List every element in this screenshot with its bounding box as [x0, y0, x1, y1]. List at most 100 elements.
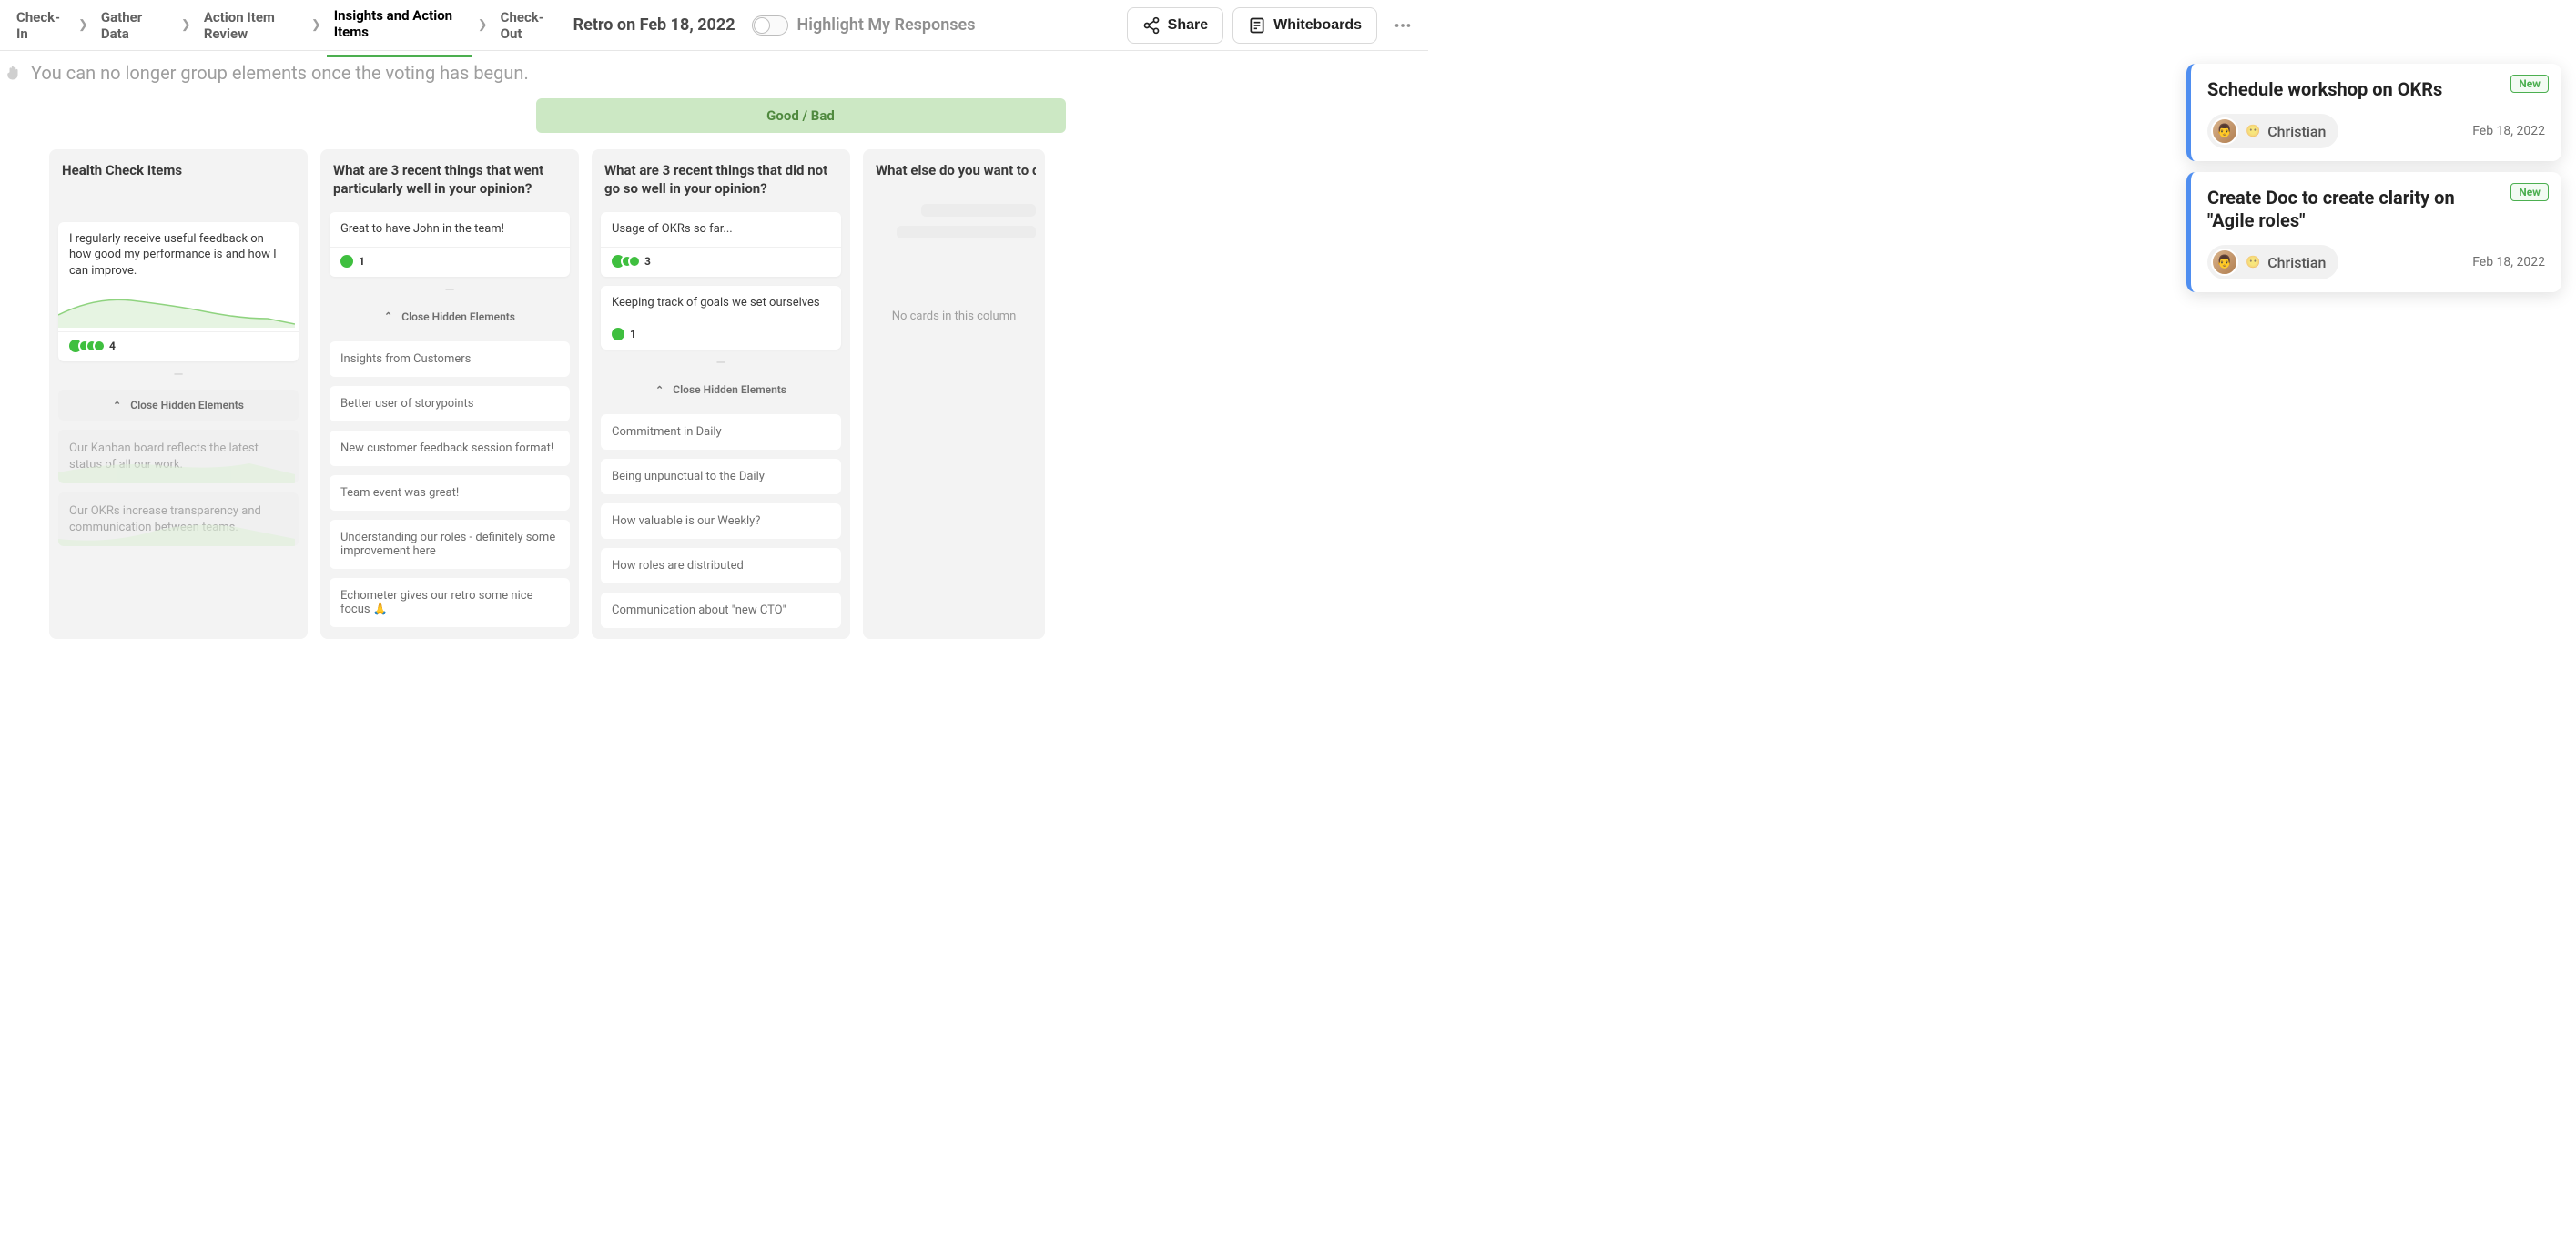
board: Good / Bad Health Check Items I regularl… [0, 98, 1428, 639]
new-badge: New [2510, 75, 2549, 93]
hidden-card-text: Being unpunctual to the Daily [612, 470, 765, 483]
status-emoji-icon: 😶 [2246, 256, 2260, 269]
column-health-check: Health Check Items I regularly receive u… [49, 149, 308, 639]
chevron-right-icon: ❯ [306, 18, 327, 32]
column-went-well: What are 3 recent things that went parti… [320, 149, 579, 639]
hidden-card-text: Team event was great! [340, 486, 459, 500]
hidden-card[interactable]: Echometer gives our retro some nice focu… [330, 578, 570, 627]
action-item-card[interactable]: New Schedule workshop on OKRs 👨 😶 Christ… [2186, 64, 2561, 161]
more-menu-button[interactable] [1386, 9, 1419, 42]
card[interactable]: Usage of OKRs so far... 3 [601, 212, 841, 277]
drag-handle-icon[interactable]: — [58, 370, 299, 380]
section-pill-good-bad: Good / Bad [536, 98, 1066, 133]
card-votes: 4 [58, 331, 299, 361]
card-text: Keeping track of goals we set ourselves [601, 286, 841, 320]
column-title: What are 3 recent things that did not go… [601, 162, 841, 203]
action-item-card[interactable]: New Create Doc to create clarity on "Agi… [2186, 172, 2561, 292]
action-item-date: Feb 18, 2022 [2472, 124, 2545, 138]
close-hidden-button[interactable]: ⌃ Close Hidden Elements [330, 301, 570, 332]
share-label: Share [1168, 17, 1208, 34]
hidden-card[interactable]: Communication about "new CTO" [601, 593, 841, 628]
hidden-card[interactable]: New customer feedback session format! [330, 431, 570, 466]
vote-count: 3 [644, 255, 651, 268]
column-title: Health Check Items [58, 162, 299, 186]
card-text: I regularly receive useful feedback on h… [58, 222, 299, 289]
highlight-toggle[interactable] [752, 15, 788, 36]
step-check-out[interactable]: Check-Out [493, 2, 557, 49]
chevron-up-icon: ⌃ [384, 310, 392, 322]
highlight-toggle-wrap: Highlight My Responses [752, 15, 976, 36]
assignee-name: Christian [2267, 123, 2326, 140]
notice-bar: You can no longer group elements once th… [0, 51, 1428, 98]
chevron-right-icon: ❯ [472, 18, 493, 32]
hidden-card[interactable]: Team event was great! [330, 475, 570, 511]
actions-side-panel: New Schedule workshop on OKRs 👨 😶 Christ… [2186, 64, 2561, 292]
close-hidden-label: Close Hidden Elements [130, 399, 244, 411]
placeholder-skeleton [872, 195, 1036, 257]
hand-stop-icon [5, 65, 22, 81]
whiteboards-button[interactable]: Whiteboards [1232, 7, 1377, 44]
app-header: Check-In ❯ Gather Data ❯ Action Item Rev… [0, 0, 1428, 51]
sparkline-icon [58, 291, 295, 328]
card[interactable]: Great to have John in the team! 1 [330, 212, 570, 277]
column-not-well: What are 3 recent things that did not go… [592, 149, 850, 639]
whiteboard-icon [1248, 16, 1266, 35]
hidden-card-text: Better user of storypoints [340, 397, 474, 411]
notice-text: You can no longer group elements once th… [31, 62, 529, 84]
hidden-card[interactable]: Our OKRs increase transparency and commu… [58, 492, 299, 546]
card-votes: 3 [601, 247, 841, 277]
step-action-item-review[interactable]: Action Item Review [197, 2, 306, 49]
hidden-card[interactable]: Our Kanban board reflects the latest sta… [58, 430, 299, 483]
card-text: Great to have John in the team! [330, 212, 570, 247]
step-insights-action-items[interactable]: Insights and Action Items [327, 0, 472, 57]
action-item-title: Create Doc to create clarity on "Agile r… [2207, 187, 2545, 232]
vote-count: 1 [359, 255, 365, 268]
whiteboards-label: Whiteboards [1273, 17, 1362, 34]
hidden-card-text: Communication about "new CTO" [612, 604, 786, 617]
card[interactable]: Keeping track of goals we set ourselves … [601, 286, 841, 350]
hidden-card-text: Echometer gives our retro some nice focu… [340, 589, 532, 616]
sparkline-icon [58, 517, 295, 546]
hidden-card[interactable]: How roles are distributed [601, 548, 841, 583]
hidden-card[interactable]: Better user of storypoints [330, 386, 570, 421]
drag-handle-icon[interactable]: — [601, 359, 841, 369]
hidden-card[interactable]: How valuable is our Weekly? [601, 503, 841, 539]
close-hidden-label: Close Hidden Elements [401, 310, 515, 323]
hidden-card[interactable]: Insights from Customers [330, 341, 570, 377]
hidden-card[interactable]: Understanding our roles - definitely som… [330, 520, 570, 569]
hidden-card-text: How valuable is our Weekly? [612, 514, 760, 528]
share-icon [1142, 16, 1161, 35]
hidden-card-text: Understanding our roles - definitely som… [340, 531, 555, 558]
assignee-name: Christian [2267, 254, 2326, 271]
hidden-card-text: Commitment in Daily [612, 425, 722, 439]
vote-count: 1 [630, 328, 636, 340]
assignee-chip[interactable]: 👨 😶 Christian [2207, 114, 2338, 148]
card[interactable]: I regularly receive useful feedback on h… [58, 222, 299, 362]
header-center: Retro on Feb 18, 2022 Highlight My Respo… [557, 15, 1127, 36]
action-item-title: Schedule workshop on OKRs [2207, 78, 2545, 101]
column-what-else: What else do you want to discuss in our … [863, 149, 1045, 639]
step-gather-data[interactable]: Gather Data [94, 2, 176, 49]
hidden-card-text: How roles are distributed [612, 559, 744, 573]
action-item-date: Feb 18, 2022 [2472, 255, 2545, 269]
avatar: 👨 [2211, 117, 2238, 145]
chevron-right-icon: ❯ [176, 18, 197, 32]
action-item-footer: 👨 😶 Christian Feb 18, 2022 [2207, 245, 2545, 279]
share-button[interactable]: Share [1127, 7, 1223, 44]
highlight-toggle-label: Highlight My Responses [797, 15, 976, 35]
drag-handle-icon[interactable]: — [330, 286, 570, 296]
close-hidden-button[interactable]: ⌃ Close Hidden Elements [601, 374, 841, 405]
action-item-footer: 👨 😶 Christian Feb 18, 2022 [2207, 114, 2545, 148]
chevron-up-icon: ⌃ [113, 400, 121, 411]
step-check-in[interactable]: Check-In [9, 2, 73, 49]
assignee-chip[interactable]: 👨 😶 Christian [2207, 245, 2338, 279]
chevron-right-icon: ❯ [73, 18, 94, 32]
column-title: What else do you want to discuss in our … [872, 162, 1036, 186]
empty-column-text: No cards in this column [872, 266, 1036, 323]
hidden-card[interactable]: Being unpunctual to the Daily [601, 459, 841, 494]
hidden-card[interactable]: Commitment in Daily [601, 414, 841, 450]
card-text: Usage of OKRs so far... [601, 212, 841, 247]
close-hidden-button[interactable]: ⌃ Close Hidden Elements [58, 390, 299, 421]
column-title: What are 3 recent things that went parti… [330, 162, 570, 203]
avatar: 👨 [2211, 249, 2238, 276]
